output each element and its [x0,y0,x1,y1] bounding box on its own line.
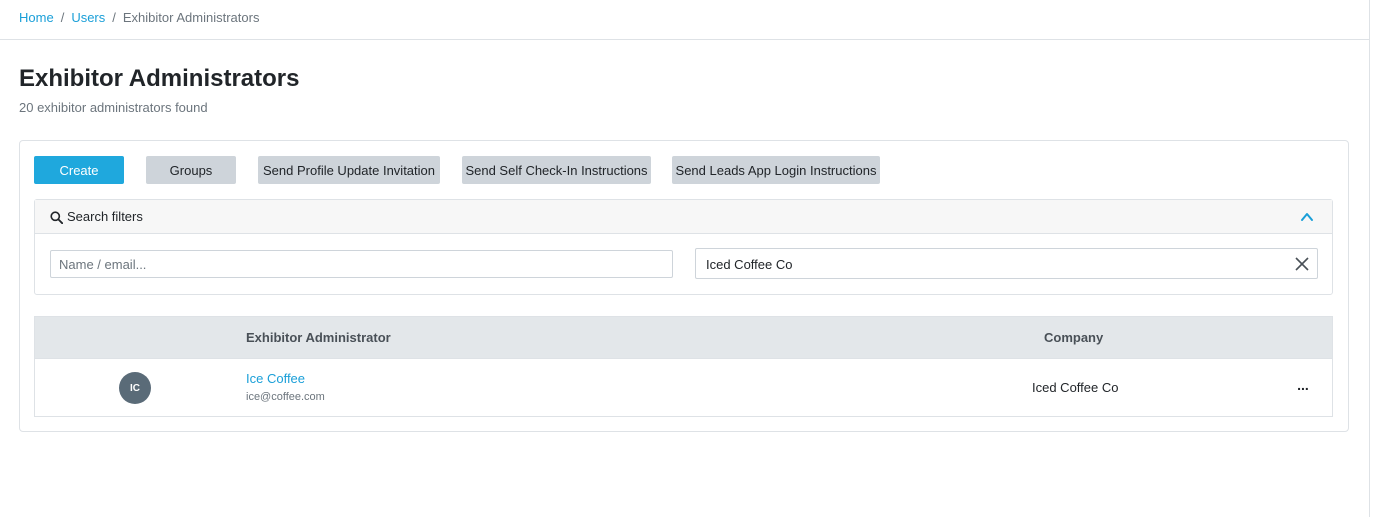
page-title: Exhibitor Administrators [19,65,300,92]
column-header-company[interactable]: Company [1044,330,1103,346]
admin-company: Iced Coffee Co [1032,380,1119,395]
page-right-border [1369,0,1370,517]
groups-button[interactable]: Groups [146,156,236,184]
more-actions-icon[interactable]: ... [1293,377,1313,397]
avatar: IC [119,372,151,404]
admin-table: Exhibitor Administrator Company IC Ice C… [34,316,1333,417]
admin-list-card: Create Groups Send Profile Update Invita… [19,140,1349,432]
create-button[interactable]: Create [34,156,124,184]
send-self-check-in-instructions-button[interactable]: Send Self Check-In Instructions [462,156,651,184]
table-header: Exhibitor Administrator Company [35,317,1332,359]
top-bar: Home / Users / Exhibitor Administrators [0,0,1369,40]
breadcrumb-separator: / [60,10,65,25]
company-filter-select[interactable]: Iced Coffee Co [695,248,1318,279]
company-filter-value: Iced Coffee Co [706,257,793,272]
send-leads-app-login-instructions-button[interactable]: Send Leads App Login Instructions [672,156,880,184]
results-count: 20 exhibitor administrators found [19,100,208,115]
name-email-search-input[interactable] [50,250,673,278]
breadcrumb-users-link[interactable]: Users [71,10,105,26]
search-icon [50,210,63,224]
search-filters-header[interactable]: Search filters [35,200,1332,234]
search-filters-title: Search filters [50,209,143,225]
search-filters-panel: Search filters Iced Coffee Co [34,199,1333,295]
breadcrumb-home-link[interactable]: Home [19,10,54,26]
chevron-up-icon[interactable] [1300,210,1314,224]
breadcrumb-separator: / [112,10,116,25]
close-icon[interactable] [1294,256,1310,272]
page: Home / Users / Exhibitor Administrators … [0,0,1374,517]
admin-name-link[interactable]: Ice Coffee [246,371,305,387]
send-profile-update-invitation-button[interactable]: Send Profile Update Invitation [258,156,440,184]
admin-email: ice@coffee.com [246,391,325,403]
breadcrumb-current: Exhibitor Administrators [122,10,260,25]
table-row: IC Ice Coffee ice@coffee.com Iced Coffee… [35,359,1332,416]
column-header-exhibitor-administrator[interactable]: Exhibitor Administrator [246,330,391,346]
search-filters-label: Search filters [67,209,143,224]
breadcrumb: Home / Users / Exhibitor Administrators [19,10,259,26]
